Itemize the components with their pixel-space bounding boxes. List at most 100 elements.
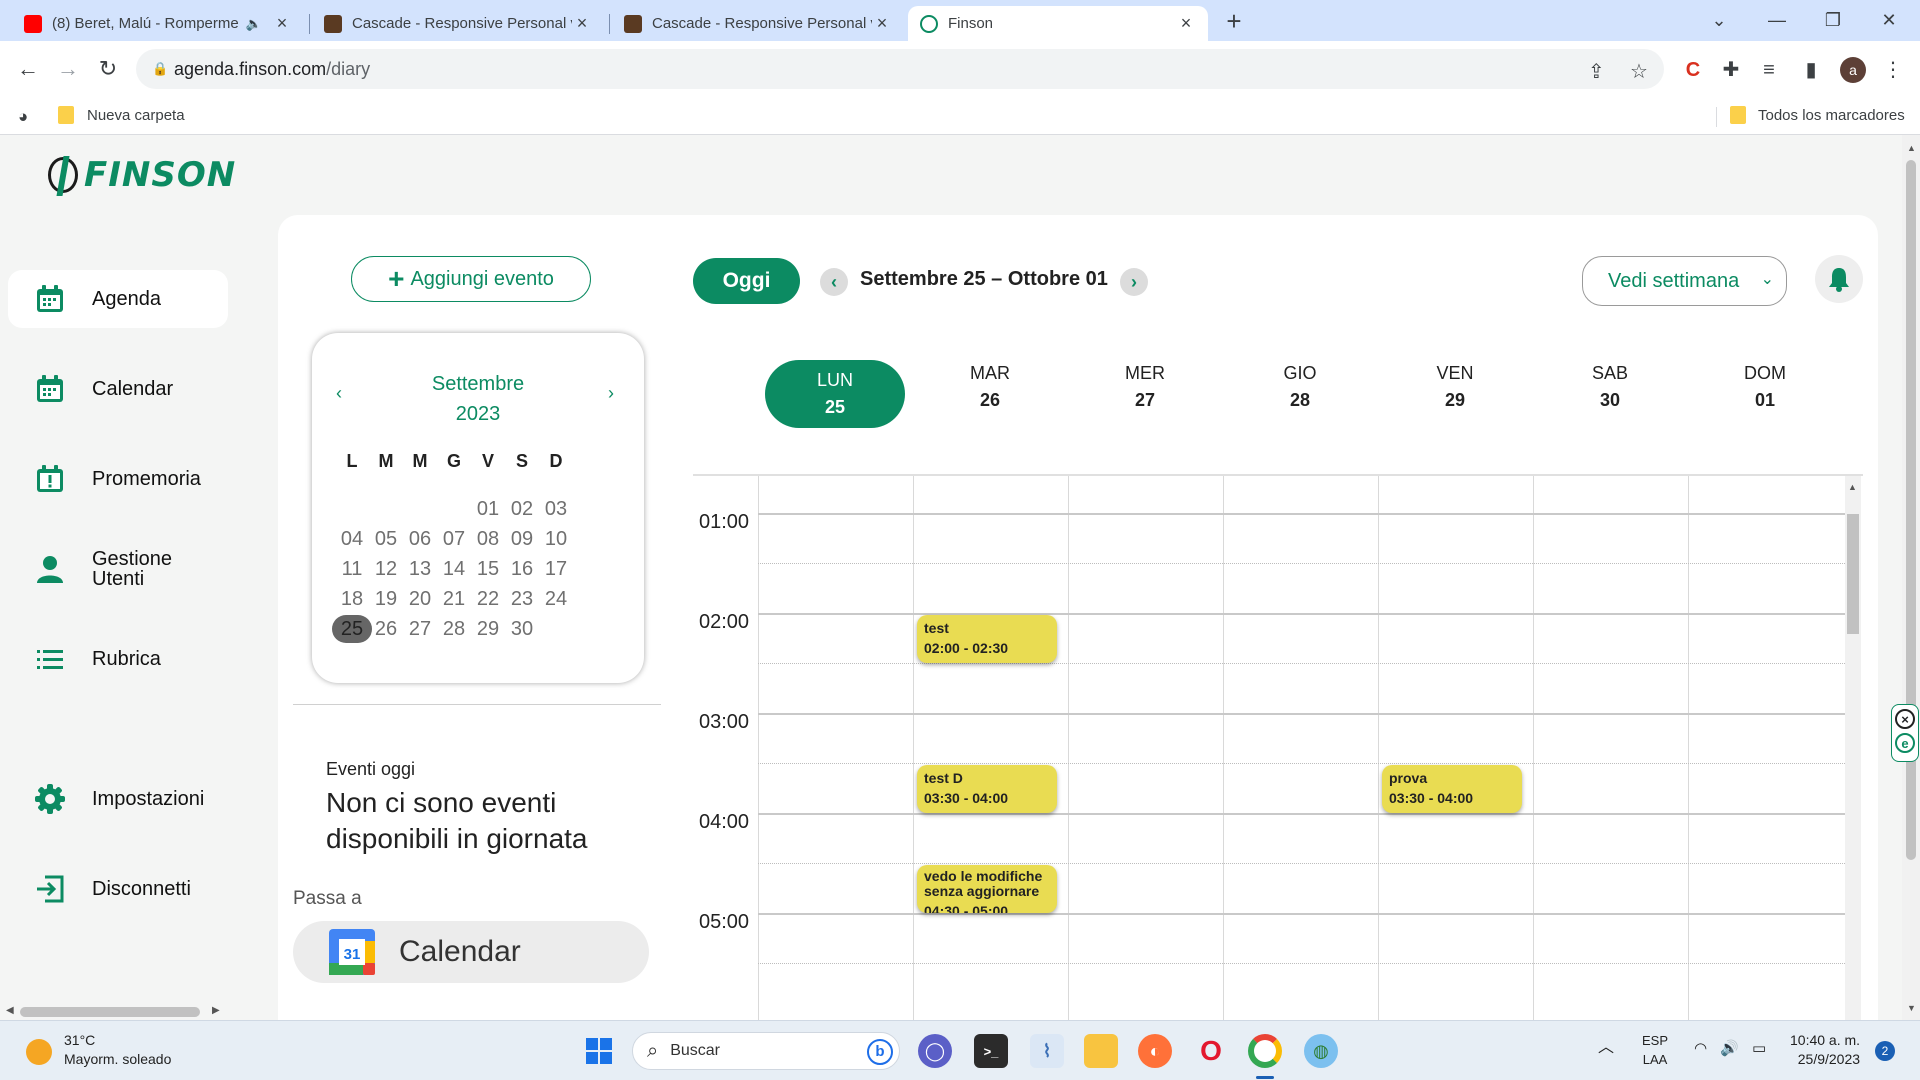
extension-icon[interactable]: C <box>1680 57 1706 83</box>
firefox-icon[interactable]: ◐ <box>1138 1034 1172 1068</box>
view-select[interactable]: Vedi settimana ⌄ <box>1582 256 1787 306</box>
event-card[interactable]: test D 03:30 - 04:00 <box>917 765 1057 813</box>
event-time: 02:00 - 02:30 <box>924 640 1009 656</box>
address-bar[interactable]: 🔒 agenda.finson.com/diary ⇪ ☆ <box>136 49 1664 89</box>
media-control-icon[interactable]: ≡ <box>1756 57 1782 83</box>
list-icon <box>34 643 66 675</box>
notifications-button[interactable] <box>1815 255 1863 303</box>
taskbar-search[interactable]: ⌕ Buscar b <box>632 1032 900 1070</box>
tab-finson[interactable]: Finson × <box>908 6 1208 41</box>
chevron-left-icon[interactable]: ‹ <box>820 268 848 296</box>
all-bookmarks[interactable]: Todos los marcadores <box>1758 107 1905 124</box>
close-icon[interactable]: × <box>1895 709 1915 729</box>
minimize-icon[interactable]: — <box>1754 4 1800 36</box>
side-panel-icon[interactable]: ▮ <box>1798 57 1824 83</box>
close-icon[interactable]: × <box>1176 13 1196 34</box>
scrollbar-thumb[interactable] <box>20 1007 200 1017</box>
wifi-icon[interactable]: ◠ <box>1694 1039 1707 1057</box>
tab-cascade-2[interactable]: Cascade - Responsive Personal v × <box>612 6 904 41</box>
chrome-icon[interactable] <box>1248 1034 1282 1068</box>
new-tab-button[interactable]: + <box>1220 8 1248 36</box>
mini-calendar-day[interactable]: 17 <box>536 555 576 583</box>
day-number: 25 <box>824 397 846 417</box>
page-scrollbar[interactable]: ▲ ▼ <box>1902 135 1920 1020</box>
scroll-up-icon[interactable]: ▲ <box>1907 143 1916 153</box>
chevron-right-icon[interactable]: › <box>608 383 614 404</box>
browser-toolbar: ← → ↻ 🔒 agenda.finson.com/diary ⇪ ☆ C ✚ … <box>0 41 1920 97</box>
today-button[interactable]: Oggi <box>693 258 800 304</box>
scroll-up-icon[interactable]: ▲ <box>1848 482 1857 492</box>
event-title: test <box>924 620 949 636</box>
tab-youtube[interactable]: (8) Beret, Malú - Romperme 🔈 × <box>12 6 304 41</box>
event-card[interactable]: test 02:00 - 02:30 <box>917 615 1057 663</box>
volume-icon[interactable]: 🔊 <box>1720 1039 1739 1057</box>
opera-icon[interactable]: O <box>1194 1034 1228 1068</box>
day-header-mer[interactable]: MER 27 <box>1075 360 1215 414</box>
tab-cascade-1[interactable]: Cascade - Responsive Personal v × <box>312 6 604 41</box>
terminal-icon[interactable]: >_ <box>974 1034 1008 1068</box>
tab-search-icon[interactable]: ⌄ <box>1696 4 1742 36</box>
close-icon[interactable]: × <box>272 13 292 34</box>
sidebar-item-agenda[interactable]: Agenda <box>8 270 228 328</box>
close-icon[interactable]: × <box>572 13 592 34</box>
back-icon[interactable]: ← <box>12 53 44 85</box>
event-card[interactable]: prova 03:30 - 04:00 <box>1382 765 1522 813</box>
bookmark-folder[interactable]: Nueva carpeta <box>87 107 185 124</box>
reload-icon[interactable]: ↻ <box>92 53 124 85</box>
day-header-dom[interactable]: DOM 01 <box>1695 360 1835 414</box>
day-header-sab[interactable]: SAB 30 <box>1540 360 1680 414</box>
chevron-right-icon[interactable]: › <box>1120 268 1148 296</box>
notification-badge[interactable]: 2 <box>1875 1041 1895 1061</box>
share-icon[interactable]: ⇪ <box>1588 59 1605 84</box>
sidebar-item-disconnetti[interactable]: Disconnetti <box>8 860 228 918</box>
day-column-line <box>913 476 914 1020</box>
audio-muted-icon[interactable]: 🔈 <box>246 16 262 32</box>
google-calendar-button[interactable]: 31 Calendar <box>293 921 649 983</box>
day-header-gio[interactable]: GIO 28 <box>1230 360 1370 414</box>
scrollbar-thumb[interactable] <box>1847 514 1859 634</box>
clock[interactable]: 10:40 a. m. 25/9/2023 <box>1790 1031 1860 1069</box>
scroll-right-icon[interactable]: ▶ <box>212 1005 220 1016</box>
page-horizontal-scrollbar[interactable]: ◀ ▶ <box>0 1002 230 1020</box>
grid-scrollbar[interactable]: ▲ <box>1845 476 1861 1020</box>
finson-logo[interactable]: FINSON <box>48 155 236 195</box>
day-header-mar[interactable]: MAR 26 <box>920 360 1060 414</box>
mini-calendar-day[interactable]: 03 <box>536 495 576 523</box>
mini-calendar-day[interactable]: 30 <box>502 615 542 643</box>
close-icon[interactable]: × <box>872 13 892 34</box>
sidebar-item-calendar[interactable]: Calendar <box>8 360 228 418</box>
bookmark-star-icon[interactable]: ☆ <box>1630 59 1648 84</box>
day-header-lun[interactable]: LUN 25 <box>765 360 905 428</box>
forward-icon[interactable]: → <box>52 53 84 85</box>
restore-icon[interactable]: ❐ <box>1810 4 1856 36</box>
puzzle-icon[interactable]: ✚ <box>1718 57 1744 83</box>
sidebar-item-rubrica[interactable]: Rubrica <box>8 630 228 688</box>
extension-e-icon[interactable]: e <box>1895 733 1915 753</box>
menu-icon[interactable]: ⋮ <box>1880 57 1906 83</box>
window-close-icon[interactable]: ✕ <box>1866 4 1912 36</box>
mini-calendar-day[interactable]: 24 <box>536 585 576 613</box>
battery-icon[interactable]: ▭ <box>1752 1039 1766 1057</box>
url-host: agenda.finson.com <box>174 58 327 79</box>
sidebar-item-gestione-utenti[interactable]: Gestione Utenti <box>8 540 228 598</box>
teams-chat-icon[interactable]: ◯ <box>918 1034 952 1068</box>
globe-icon[interactable]: ◍ <box>1304 1034 1338 1068</box>
scroll-down-icon[interactable]: ▼ <box>1907 1003 1916 1013</box>
weather-widget[interactable]: 31°C Mayorm. soleado <box>26 1031 171 1069</box>
chevron-up-icon[interactable]: ︿ <box>1598 1033 1614 1057</box>
mini-calendar-day[interactable]: 10 <box>536 525 576 553</box>
event-card[interactable]: vedo le modifiche senza aggiornare 04:30 … <box>917 865 1057 913</box>
apps-icon[interactable]: ◕ <box>18 107 28 127</box>
file-explorer-icon[interactable] <box>1084 1034 1118 1068</box>
monitor-icon[interactable]: ⌇ <box>1030 1034 1064 1068</box>
profile-avatar[interactable]: a <box>1840 57 1866 83</box>
sidebar-item-promemoria[interactable]: Promemoria <box>8 450 228 508</box>
bing-icon[interactable]: b <box>867 1039 893 1065</box>
scroll-left-icon[interactable]: ◀ <box>6 1005 14 1016</box>
add-event-button[interactable]: + Aggiungi evento <box>351 256 591 302</box>
windows-start-icon[interactable] <box>582 1034 616 1068</box>
language-indicator[interactable]: ESP LAA <box>1642 1031 1668 1069</box>
hour-line <box>758 713 1845 715</box>
day-header-ven[interactable]: VEN 29 <box>1385 360 1525 414</box>
sidebar-item-impostazioni[interactable]: Impostazioni <box>8 770 228 828</box>
